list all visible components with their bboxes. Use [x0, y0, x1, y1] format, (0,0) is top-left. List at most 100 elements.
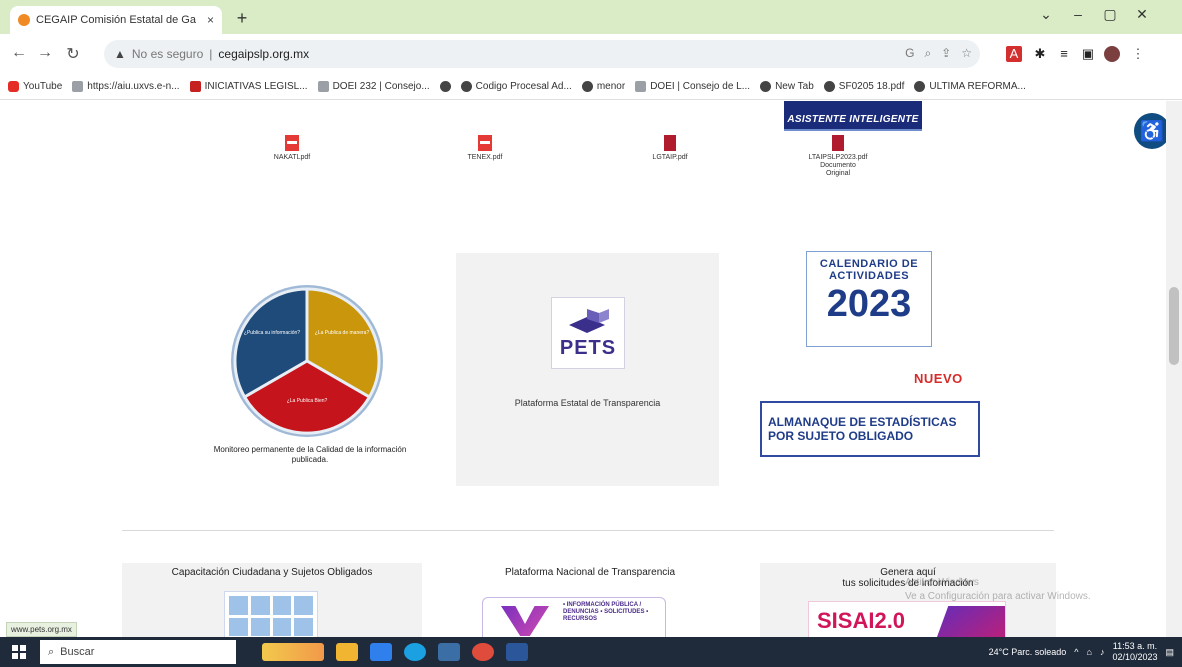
- doc-link-lgtaip[interactable]: LGTAIP.pdf: [640, 135, 700, 162]
- bookmark-youtube[interactable]: YouTube: [8, 81, 62, 92]
- back-icon[interactable]: ←: [8, 44, 30, 62]
- bookmark-codigo-procesal[interactable]: Codigo Procesal Ad...: [460, 81, 572, 92]
- bookmark-star-icon[interactable]: ☆: [961, 46, 972, 61]
- taskbar-news-widget[interactable]: [262, 643, 324, 661]
- pets-logo[interactable]: PETS: [551, 297, 625, 369]
- pdf-icon: [285, 135, 299, 151]
- globe-icon: [823, 81, 835, 92]
- security-label[interactable]: No es seguro: [132, 47, 203, 61]
- taskbar-search-placeholder: Buscar: [60, 646, 95, 658]
- profile-avatar[interactable]: [1104, 46, 1120, 62]
- pnt-logo[interactable]: • INFORMACIÓN PÚBLICA / DENUNCIAS • SOLI…: [482, 597, 666, 637]
- bookmarks-bar: YouTube https://aiu.uxvs.e-n... INICIATI…: [0, 74, 1182, 100]
- pie-label-manera: ¿La Publica de manera?: [315, 330, 370, 336]
- bookmark-iniciativas[interactable]: INICIATIVAS LEGISL...: [189, 81, 308, 92]
- network-icon[interactable]: ⌂: [1087, 647, 1092, 657]
- browser-tab-active[interactable]: CEGAIP Comisión Estatal de Ga ×: [10, 6, 222, 34]
- word-icon[interactable]: [506, 643, 528, 661]
- close-window-button[interactable]: ✕: [1132, 6, 1152, 23]
- globe-icon: [439, 81, 451, 92]
- almanaque-banner[interactable]: ALMANAQUE DE ESTADÍSTICAS POR SUJETO OBL…: [760, 401, 980, 457]
- gmail-icon: [189, 81, 201, 92]
- forward-icon[interactable]: →: [34, 44, 56, 62]
- tab-search-icon[interactable]: ⌄: [1036, 6, 1056, 23]
- page-content: ASISTENTE INTELIGENTE NAKATLpdf TENEX.pd…: [0, 101, 1166, 637]
- card-pnt[interactable]: Plataforma Nacional de Transparencia • I…: [442, 563, 738, 637]
- volume-icon[interactable]: ♪: [1100, 647, 1105, 657]
- google-lens-icon[interactable]: G: [905, 46, 914, 61]
- status-bar-url: www.pets.org.mx: [6, 622, 77, 637]
- card-capacitacion-title: Capacitación Ciudadana y Sujetos Obligad…: [171, 567, 373, 578]
- side-panel-icon[interactable]: ▣: [1080, 46, 1096, 62]
- card-capacitacion[interactable]: Capacitación Ciudadana y Sujetos Obligad…: [122, 563, 422, 637]
- media-icon[interactable]: ≡: [1056, 46, 1072, 62]
- nuevo-badge: NUEVO: [914, 371, 963, 386]
- reload-icon[interactable]: ↻: [62, 44, 84, 64]
- taskbar-clock[interactable]: 11:53 a. m. 02/10/2023: [1112, 641, 1157, 663]
- system-tray: 24°C Parc. soleado ^ ⌂ ♪ 11:53 a. m. 02/…: [989, 637, 1174, 667]
- separator: |: [209, 47, 213, 61]
- edge-icon[interactable]: [404, 643, 426, 661]
- minimize-button[interactable]: –: [1068, 6, 1088, 22]
- url-text[interactable]: cegaipslp.org.mx: [218, 47, 309, 61]
- section-divider: [122, 530, 1054, 531]
- pie-label-bien: ¿La Publica Bien?: [287, 398, 328, 404]
- warning-icon[interactable]: ▲: [114, 47, 126, 61]
- taskbar-search-box[interactable]: ⌕ Buscar: [40, 640, 236, 664]
- share-icon[interactable]: ⇪: [941, 46, 951, 61]
- globe-icon: [760, 81, 772, 92]
- pin-icon[interactable]: ✱: [1032, 46, 1048, 62]
- bookmark-doei-consejo[interactable]: DOEI | Consejo de L...: [635, 81, 750, 92]
- bookmark-doei-232[interactable]: DOEI 232 | Consejo...: [317, 81, 430, 92]
- page-scrollbar[interactable]: [1166, 101, 1182, 637]
- tab-title: CEGAIP Comisión Estatal de Ga: [36, 14, 196, 26]
- bookmark-sf020518[interactable]: SF0205 18.pdf: [823, 81, 904, 92]
- youtube-icon: [8, 81, 19, 92]
- file-explorer-icon[interactable]: [336, 643, 358, 661]
- browser-menu-icon[interactable]: ⋮: [1130, 46, 1146, 62]
- notifications-icon[interactable]: ▤: [1165, 647, 1174, 658]
- globe-icon: [581, 81, 593, 92]
- address-bar[interactable]: ▲ No es seguro | cegaipslp.org.mx G ⌕ ⇪ …: [104, 40, 980, 68]
- bookmark-ultima-reforma[interactable]: ULTIMA REFORMA...: [914, 81, 1026, 92]
- bookmark-new-tab[interactable]: New Tab: [760, 81, 814, 92]
- scrollbar-thumb[interactable]: [1169, 287, 1179, 365]
- pets-caption: Plataforma Estatal de Transparencia: [514, 398, 661, 408]
- pie-label-publica: ¿Publica su información?: [244, 330, 300, 336]
- pdf-icon: [478, 135, 492, 151]
- pdf-extension-icon[interactable]: A: [1006, 46, 1022, 62]
- browser-window: CEGAIP Comisión Estatal de Ga × + ⌄ – ▢ …: [0, 0, 1182, 667]
- bookmark-aiu[interactable]: https://aiu.uxvs.e-n...: [72, 81, 180, 92]
- doc-link-nakatl[interactable]: NAKATLpdf: [262, 135, 322, 162]
- bookmark-menor[interactable]: menor: [581, 81, 625, 92]
- asistente-inteligente-banner[interactable]: ASISTENTE INTELIGENTE: [784, 101, 922, 131]
- new-tab-button[interactable]: +: [232, 8, 252, 29]
- doc-link-ltaipslp[interactable]: LTAIPSLP2023.pdf Documento Original: [808, 135, 868, 178]
- pets-cube-icon: [569, 309, 609, 333]
- navigation-bar: ← → ↻ ▲ No es seguro | cegaipslp.org.mx …: [0, 34, 1182, 74]
- pie-caption: Monitoreo permanente de la Calidad de la…: [213, 445, 407, 464]
- pets-card[interactable]: PETS Plataforma Estatal de Transparencia: [456, 253, 719, 486]
- gf-icon: [317, 81, 329, 92]
- mail-icon[interactable]: [370, 643, 392, 661]
- calendario-actividades-banner[interactable]: CALENDARIO DE ACTIVIDADES 2023: [806, 251, 932, 347]
- omnibox-actions: G ⌕ ⇪ ☆: [905, 46, 972, 61]
- maximize-button[interactable]: ▢: [1100, 6, 1120, 23]
- pnt-v-icon: [501, 606, 549, 636]
- sisai-logo[interactable]: SISAI2.0: [808, 601, 1006, 637]
- quality-monitor-pie[interactable]: ¿Publica su información? ¿La Publica de …: [230, 284, 384, 438]
- doc-link-tenex[interactable]: TENEX.pdf: [455, 135, 515, 162]
- tray-chevron-icon[interactable]: ^: [1074, 647, 1078, 657]
- pets-wordmark: PETS: [559, 337, 617, 359]
- accessibility-icon[interactable]: ♿: [1134, 113, 1166, 149]
- store-icon[interactable]: [438, 643, 460, 661]
- weather-widget[interactable]: 24°C Parc. soleado: [989, 647, 1067, 657]
- calendar-year: 2023: [826, 283, 912, 325]
- close-tab-icon[interactable]: ×: [207, 13, 214, 27]
- capacitacion-thumbnail[interactable]: [224, 591, 318, 637]
- zoom-icon[interactable]: ⌕: [924, 46, 931, 61]
- windows-start-icon[interactable]: [8, 641, 30, 663]
- globe-icon: [460, 81, 472, 92]
- chrome-icon[interactable]: [472, 643, 494, 661]
- bookmark-globe[interactable]: [439, 81, 451, 92]
